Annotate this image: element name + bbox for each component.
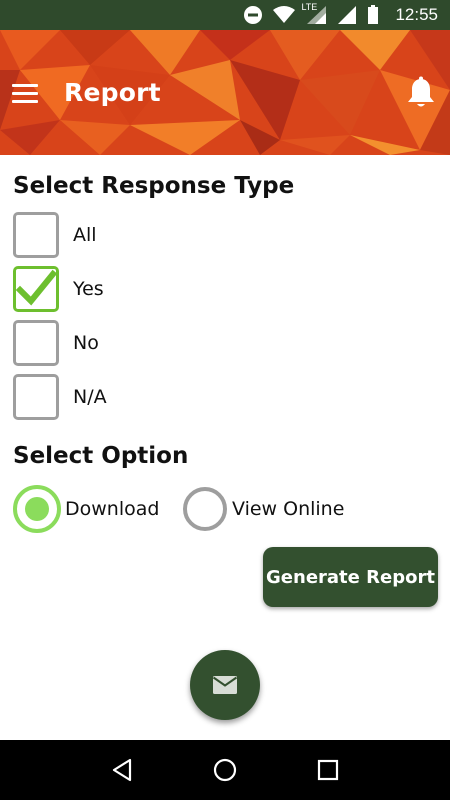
clock: 12:55 (395, 5, 438, 24)
checkbox-label: All (73, 224, 97, 246)
checkbox-box[interactable] (13, 320, 59, 366)
checkbox-all[interactable]: All (13, 212, 97, 258)
radio-download[interactable]: Download (13, 484, 159, 534)
menu-button[interactable] (10, 78, 42, 108)
do-not-disturb-icon (243, 5, 263, 25)
checkmark-icon (15, 269, 58, 306)
hamburger-menu-icon (12, 84, 38, 87)
page-title: Report (64, 78, 161, 107)
recents-icon (318, 759, 339, 781)
back-icon (112, 758, 131, 782)
checkbox-box[interactable] (13, 266, 59, 312)
home-button[interactable] (205, 750, 245, 790)
checkbox-na[interactable]: N/A (13, 374, 107, 420)
status-bar: LTE 12:55 (0, 0, 450, 30)
email-fab-button[interactable] (190, 650, 260, 720)
app-bar: Report (0, 30, 450, 155)
battery-icon (367, 5, 379, 25)
response-type-title: Select Response Type (13, 173, 295, 199)
hamburger-menu-line (12, 92, 38, 95)
lte-label: LTE (301, 2, 318, 12)
back-button[interactable] (102, 750, 142, 790)
radio-button[interactable] (13, 485, 61, 533)
radio-label: View Online (232, 498, 345, 520)
radio-label: Download (65, 498, 160, 520)
checkbox-no[interactable]: No (13, 320, 99, 366)
system-nav-bar (0, 740, 450, 800)
home-icon (213, 758, 237, 782)
checkbox-label: N/A (73, 386, 107, 408)
signal-icon (337, 5, 357, 25)
checkbox-box[interactable] (13, 212, 59, 258)
checkbox-box[interactable] (13, 374, 59, 420)
email-icon (212, 676, 238, 694)
checkbox-label: No (73, 332, 99, 354)
lte-signal-icon: LTE (301, 2, 327, 25)
radio-button[interactable] (183, 487, 227, 531)
hamburger-menu-line (12, 100, 38, 103)
generate-report-button[interactable]: Generate Report (263, 547, 438, 607)
notification-button[interactable] (406, 76, 436, 110)
checkbox-yes[interactable]: Yes (13, 266, 104, 312)
bell-icon (408, 76, 434, 107)
recents-button[interactable] (308, 750, 348, 790)
radio-dot (25, 497, 49, 521)
option-title: Select Option (13, 443, 189, 469)
wifi-icon (273, 6, 296, 24)
radio-view-online[interactable]: View Online (183, 484, 344, 534)
checkbox-label: Yes (73, 278, 104, 300)
